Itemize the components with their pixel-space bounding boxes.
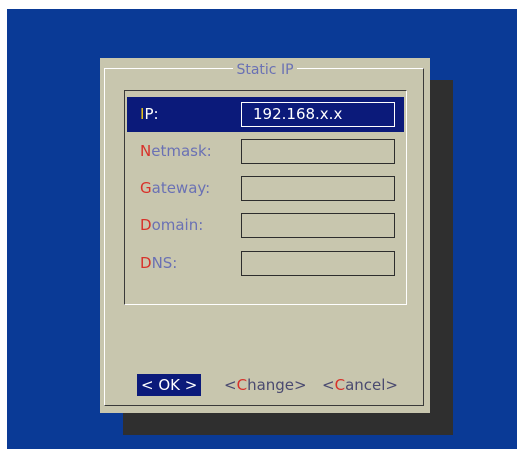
cancel-button-post: ancel> (345, 376, 398, 394)
gateway-hotkey: G (140, 179, 152, 197)
netmask-hotkey: N (140, 142, 152, 160)
dns-hotkey: D (140, 254, 152, 272)
change-button-pre: < (224, 376, 237, 394)
cancel-button-pre: < (322, 376, 335, 394)
netmask-field[interactable] (241, 139, 395, 164)
gateway-label-text: ateway: (151, 179, 211, 197)
domain-hotkey: D (140, 216, 152, 234)
ok-button-pre: < (141, 376, 159, 394)
ok-button-hotkey: O (158, 376, 171, 394)
ok-button[interactable]: < OK > (137, 374, 202, 396)
dialog-title: Static IP (233, 62, 297, 78)
ip-row[interactable]: IP: 192.168.x.x (127, 97, 404, 132)
domain-field[interactable] (241, 213, 395, 238)
ip-label: IP: (140, 97, 159, 132)
netmask-label: Netmask: (140, 134, 212, 169)
change-button-post: hange> (247, 376, 307, 394)
dns-row[interactable]: DNS: (127, 246, 404, 281)
cancel-button-hotkey: C (334, 376, 346, 394)
dns-label-text: NS: (151, 254, 178, 272)
ok-button-post: K > (170, 376, 198, 394)
static-ip-dialog: Static IP IP: 192.168.x.x Netmask: Gatew… (100, 58, 430, 413)
dns-field[interactable] (241, 251, 395, 276)
netmask-label-text: etmask: (151, 142, 212, 160)
ip-field[interactable]: 192.168.x.x (241, 102, 395, 127)
button-bar: < OK > <Change> <Cancel> (100, 374, 430, 396)
cancel-button[interactable]: <Cancel> (322, 374, 398, 396)
gateway-row[interactable]: Gateway: (127, 171, 404, 206)
dialog-title-bar: Static IP (100, 61, 430, 79)
gateway-label: Gateway: (140, 171, 210, 206)
change-button-hotkey: C (236, 376, 248, 394)
domain-label-text: omain: (151, 216, 204, 234)
domain-label: Domain: (140, 208, 203, 243)
change-button[interactable]: <Change> (224, 374, 307, 396)
dns-label: DNS: (140, 246, 177, 281)
ip-label-text: P: (144, 105, 159, 123)
domain-row[interactable]: Domain: (127, 208, 404, 243)
gateway-field[interactable] (241, 176, 395, 201)
netmask-row[interactable]: Netmask: (127, 134, 404, 169)
